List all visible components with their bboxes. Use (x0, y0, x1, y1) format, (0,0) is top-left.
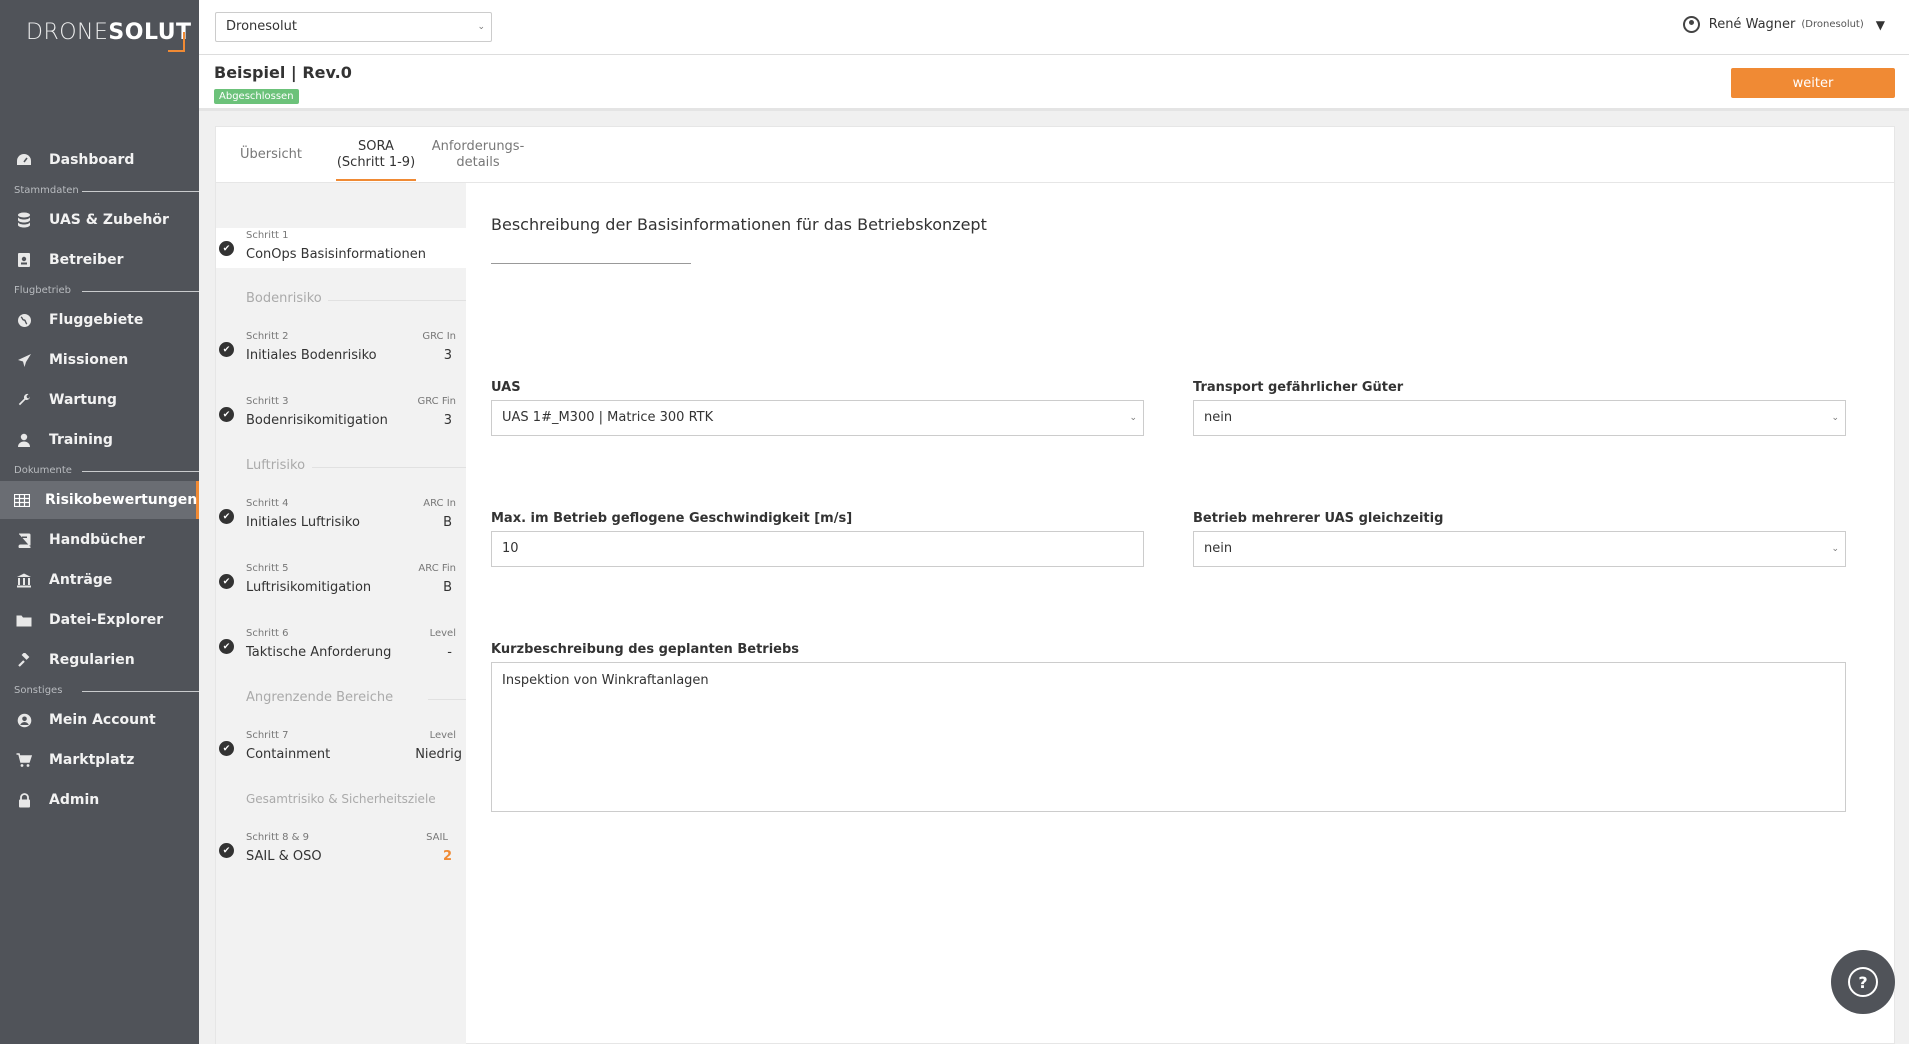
step-item-1[interactable]: ✔ Schritt 1 ConOps Basisinformationen (216, 228, 466, 268)
description-label: Kurzbeschreibung des geplanten Betriebs (491, 642, 800, 657)
sidebar-item-datei-explorer[interactable]: Datei-Explorer (0, 601, 199, 639)
transport-select[interactable]: nein ⌄ (1193, 400, 1846, 436)
check-circle-icon: ✔ (219, 639, 234, 654)
tab-anforderungsdetails[interactable]: Anforderungs- details (428, 127, 528, 183)
step-item-3[interactable]: ✔ Schritt 3 Bodenrisikomitigation GRC Fi… (216, 394, 466, 434)
nav-section-divider (82, 471, 199, 472)
step-item-6[interactable]: ✔ Schritt 6 Taktische Anforderung Level … (216, 626, 466, 666)
step-group-gesamtrisiko: Gesamtrisiko & Sicherheitsziele (246, 792, 436, 806)
wrench-icon (14, 392, 34, 408)
chevron-down-icon: ⌄ (1831, 544, 1839, 554)
sidebar-item-dashboard[interactable]: Dashboard (0, 141, 199, 179)
database-icon (14, 212, 34, 228)
uas-label: UAS (491, 380, 521, 395)
group-divider (428, 699, 466, 700)
sidebar-item-uas[interactable]: UAS & Zubehör (0, 201, 199, 239)
group-divider (312, 467, 466, 468)
sidebar-item-marktplatz[interactable]: Marktplatz (0, 741, 199, 779)
user-organization: (Dronesolut) (1801, 19, 1864, 30)
folder-icon (14, 612, 34, 628)
help-button[interactable]: ? (1831, 950, 1895, 1014)
lock-icon (14, 792, 34, 808)
nav-section-divider (82, 291, 199, 292)
user-circle-icon (1682, 16, 1700, 33)
speed-label: Max. im Betrieb geflogene Geschwindigkei… (491, 511, 853, 526)
transport-label: Transport gefährlicher Güter (1193, 380, 1404, 395)
check-circle-icon: ✔ (219, 574, 234, 589)
logo-corner-mark (168, 32, 185, 52)
gavel-icon (14, 652, 34, 668)
next-button[interactable]: weiter (1731, 68, 1895, 98)
step-item-2[interactable]: ✔ Schritt 2 Initiales Bodenrisiko GRC In… (216, 329, 466, 369)
check-circle-icon: ✔ (219, 407, 234, 422)
caret-down-icon: ▼ (1875, 17, 1885, 32)
sidebar-item-regularien[interactable]: Regularien (0, 641, 199, 679)
status-badge: Abgeschlossen (214, 89, 299, 104)
dashboard-icon (14, 152, 34, 168)
step-group-luftrisiko: Luftrisiko (246, 458, 306, 473)
sidebar-item-fluggebiete[interactable]: Fluggebiete (0, 301, 199, 339)
description-textarea[interactable]: Inspektion von Winkraftanlagen (491, 662, 1846, 812)
check-circle-icon: ✔ (219, 843, 234, 858)
brand-logo[interactable]: DRONESOLUT (26, 20, 192, 45)
check-circle-icon: ✔ (219, 342, 234, 357)
sidebar-item-handbuecher[interactable]: Handbücher (0, 521, 199, 559)
user-icon (14, 432, 34, 448)
group-divider (328, 300, 466, 301)
content-card: Übersicht SORA (Schritt 1-9) Anforderung… (215, 126, 1895, 1044)
sidebar-item-wartung[interactable]: Wartung (0, 381, 199, 419)
sidebar-item-training[interactable]: Training (0, 421, 199, 459)
multi-uas-select[interactable]: nein ⌄ (1193, 531, 1846, 567)
id-card-icon (14, 252, 34, 268)
multi-uas-label: Betrieb mehrerer UAS gleichzeitig (1193, 511, 1444, 526)
step-group-angrenzende-bereiche: Angrenzende Bereiche (246, 690, 394, 705)
question-icon: ? (1848, 967, 1878, 997)
tab-sora[interactable]: SORA (Schritt 1-9) (336, 127, 416, 183)
sidebar-item-missionen[interactable]: Missionen (0, 341, 199, 379)
nav-section-dokumente: Dokumente (14, 465, 72, 476)
nav-section-stammdaten: Stammdaten (14, 185, 79, 196)
step-item-8[interactable]: ✔ Schritt 8 & 9 SAIL & OSO SAIL 2 (216, 830, 466, 870)
user-name: René Wagner (1708, 17, 1796, 32)
sidebar-item-betreiber[interactable]: Betreiber (0, 241, 199, 279)
sidebar-item-risikobewertungen[interactable]: Risikobewertungen (0, 481, 199, 519)
check-circle-icon: ✔ (219, 509, 234, 524)
top-header: Dronesolut ⌄ René Wagner (Dronesolut) ▼ (199, 0, 1909, 55)
title-underline (491, 263, 691, 264)
globe-icon (14, 312, 34, 328)
nav-section-divider (82, 691, 199, 692)
tab-uebersicht[interactable]: Übersicht (238, 127, 304, 183)
step-item-5[interactable]: ✔ Schritt 5 Luftrisikomitigation ARC Fin… (216, 561, 466, 601)
table-icon (14, 492, 30, 508)
chevron-down-icon: ⌄ (477, 22, 485, 32)
step-group-bodenrisiko: Bodenrisiko (246, 291, 322, 306)
organization-select[interactable]: Dronesolut ⌄ (215, 12, 492, 42)
sidebar-item-mein-account[interactable]: Mein Account (0, 701, 199, 739)
form-title: Beschreibung der Basisinformationen für … (491, 215, 987, 234)
tab-bar: Übersicht SORA (Schritt 1-9) Anforderung… (216, 127, 1894, 183)
chevron-down-icon: ⌄ (1831, 413, 1839, 423)
uas-select[interactable]: UAS 1#_M300 | Matrice 300 RTK ⌄ (491, 400, 1144, 436)
speed-input[interactable]: 10 (491, 531, 1144, 567)
plane-icon (14, 352, 34, 368)
check-circle-icon: ✔ (219, 741, 234, 756)
step-item-7[interactable]: ✔ Schritt 7 Containment Level Niedrig (216, 728, 466, 768)
book-icon (14, 532, 34, 548)
chevron-down-icon: ⌄ (1129, 413, 1137, 423)
nav-section-sonstiges: Sonstiges (14, 685, 63, 696)
cart-icon (14, 752, 34, 768)
bank-icon (14, 572, 34, 588)
account-icon (14, 712, 34, 728)
nav-section-flugbetrieb: Flugbetrieb (14, 285, 72, 296)
title-bar: Beispiel | Rev.0 Abgeschlossen weiter (199, 55, 1909, 111)
step-item-4[interactable]: ✔ Schritt 4 Initiales Luftrisiko ARC In … (216, 496, 466, 536)
sidebar-item-admin[interactable]: Admin (0, 781, 199, 819)
step-list: ✔ Schritt 1 ConOps Basisinformationen Bo… (216, 183, 466, 1044)
sidebar: DRONESOLUT Dashboard Stammdaten UAS & Zu… (0, 0, 199, 1044)
user-menu[interactable]: René Wagner (Dronesolut) ▼ (1682, 16, 1885, 33)
nav-section-divider (82, 191, 199, 192)
page-title: Beispiel | Rev.0 (214, 63, 352, 82)
check-circle-icon: ✔ (219, 241, 234, 256)
sidebar-item-antraege[interactable]: Anträge (0, 561, 199, 599)
